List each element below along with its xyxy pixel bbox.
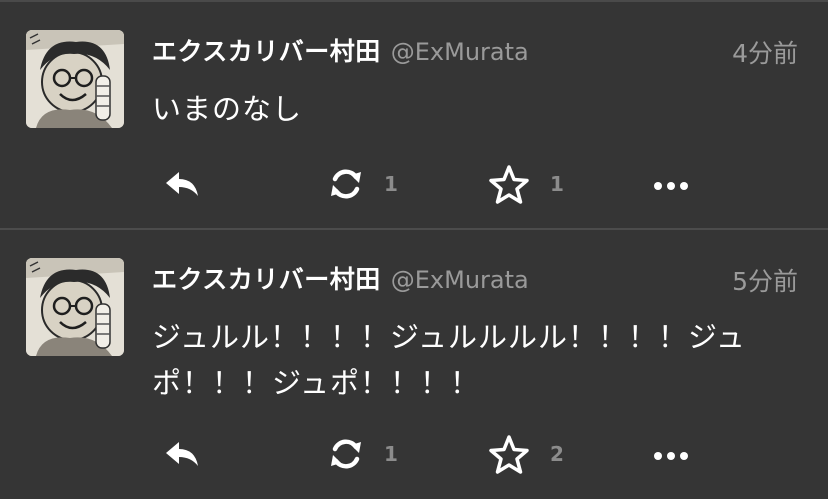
retweet-button[interactable]: 1 [328, 164, 398, 204]
retweet-count: 1 [384, 172, 398, 196]
reply-button[interactable] [162, 434, 202, 474]
retweet-icon [331, 169, 361, 199]
user-handle[interactable]: @ExMurata [391, 266, 529, 294]
more-button[interactable] [652, 164, 692, 204]
avatar[interactable] [26, 30, 124, 128]
star-icon [489, 165, 529, 204]
display-name[interactable]: エクスカリバー村田 [152, 32, 381, 68]
tweet-actions: 1 2 [0, 434, 828, 474]
tweet[interactable]: エクスカリバー村田 @ExMurata 4分前 いまのなし 1 1 [0, 2, 828, 228]
avatar-image [26, 258, 124, 356]
display-name[interactable]: エクスカリバー村田 [152, 260, 381, 296]
avatar[interactable] [26, 258, 124, 356]
reply-button[interactable] [162, 164, 202, 204]
tweet-actions: 1 1 [0, 164, 828, 204]
tweet-header: エクスカリバー村田 @ExMurata [152, 32, 529, 72]
user-handle[interactable]: @ExMurata [391, 38, 529, 66]
retweet-count: 1 [384, 442, 398, 466]
more-icon [654, 182, 688, 190]
more-button[interactable] [652, 434, 692, 474]
tweet-text: ジュルル！！！！ジュルルルル！！！！ジュポ！！！ジュポ！！！！ [152, 320, 746, 400]
more-icon [654, 452, 688, 460]
timestamp: 5分前 [732, 267, 798, 296]
tweet-text: いまのなし [152, 92, 303, 126]
favorite-button[interactable]: 1 [488, 164, 564, 204]
favorite-count: 1 [550, 172, 564, 196]
reply-icon [166, 442, 198, 466]
reply-icon [166, 172, 198, 196]
star-icon [489, 435, 529, 474]
avatar-image [26, 30, 124, 128]
tweet[interactable]: エクスカリバー村田 @ExMurata 5分前 ジュルル！！！！ジュルルルル！！… [0, 230, 828, 499]
retweet-icon [331, 439, 361, 469]
timestamp: 4分前 [732, 39, 798, 68]
retweet-button[interactable]: 1 [328, 434, 398, 474]
tweet-header: エクスカリバー村田 @ExMurata [152, 260, 529, 300]
favorite-button[interactable]: 2 [488, 434, 564, 474]
favorite-count: 2 [550, 442, 564, 466]
